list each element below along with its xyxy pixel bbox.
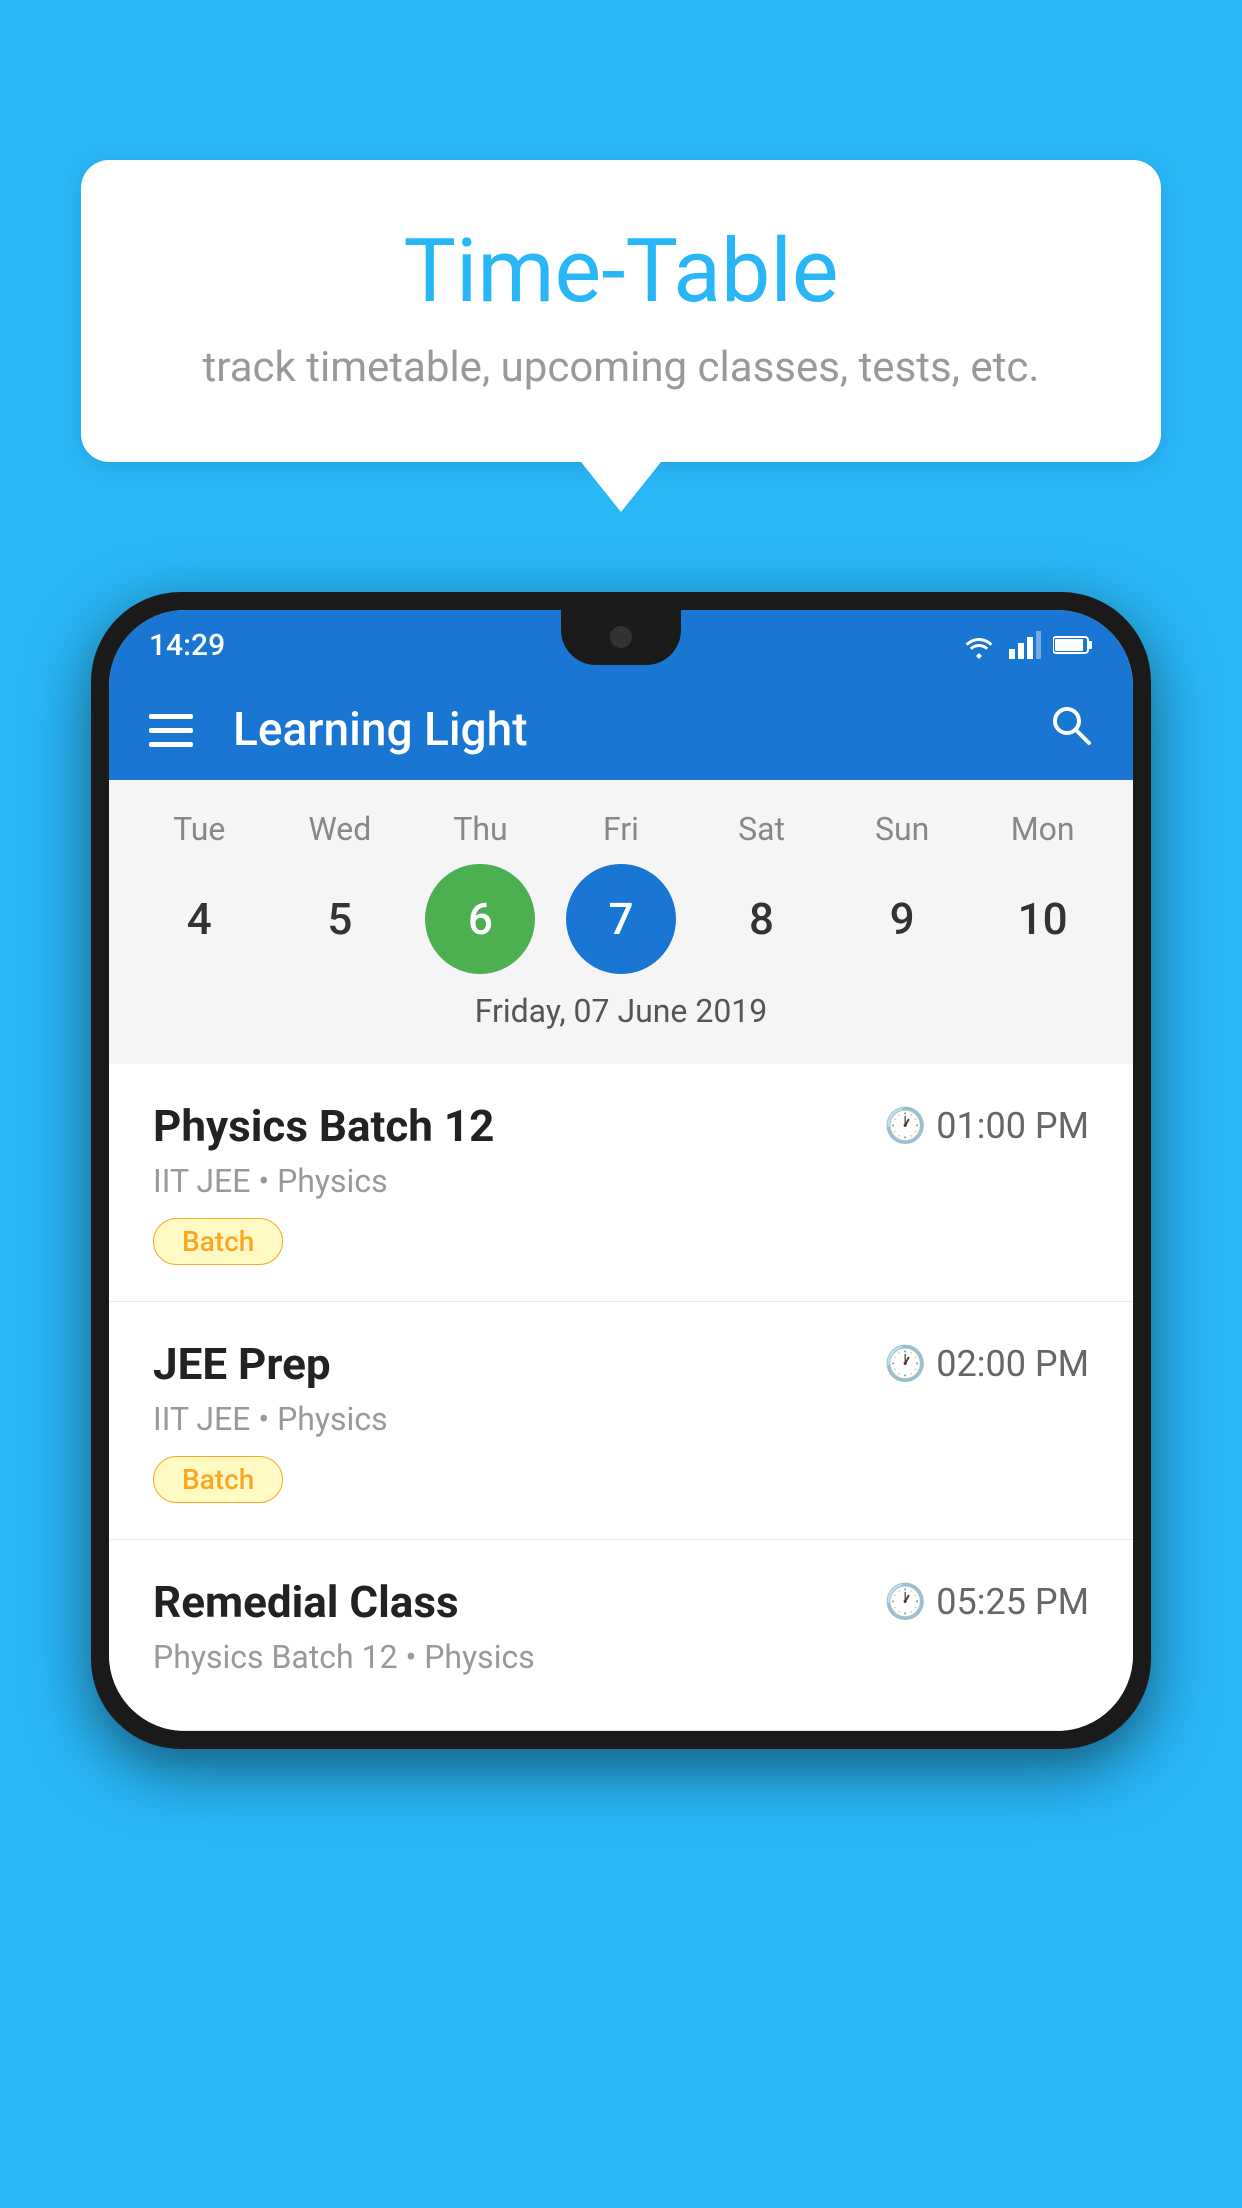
class-time-2: 🕐 02:00 PM <box>884 1343 1089 1385</box>
class-item-physics-batch-12[interactable]: Physics Batch 12 🕐 01:00 PM IIT JEE • Ph… <box>109 1064 1133 1302</box>
signal-icon <box>1009 631 1041 659</box>
selected-date-label: Friday, 07 June 2019 <box>109 974 1133 1054</box>
calendar-strip: Tue Wed Thu Fri Sat Sun Mon 4 5 6 7 8 9 … <box>109 780 1133 1064</box>
batch-badge-2: Batch <box>153 1456 283 1503</box>
battery-icon <box>1053 634 1093 656</box>
class-row-top-1: Physics Batch 12 🕐 01:00 PM <box>153 1100 1089 1152</box>
day-9[interactable]: 9 <box>847 864 957 974</box>
phone-mockup: 14:29 <box>91 592 1151 1749</box>
day-header-sun: Sun <box>847 810 957 848</box>
class-time-1: 🕐 01:00 PM <box>884 1105 1089 1147</box>
class-time-value-2: 02:00 PM <box>936 1343 1089 1385</box>
class-name-3: Remedial Class <box>153 1576 459 1628</box>
phone-screen: 14:29 <box>109 610 1133 1731</box>
day-4[interactable]: 4 <box>144 864 254 974</box>
speech-bubble: Time-Table track timetable, upcoming cla… <box>81 160 1161 462</box>
class-name-2: JEE Prep <box>153 1338 331 1390</box>
class-row-top-3: Remedial Class 🕐 05:25 PM <box>153 1576 1089 1628</box>
speech-bubble-subtitle: track timetable, upcoming classes, tests… <box>161 343 1081 392</box>
class-name-1: Physics Batch 12 <box>153 1100 494 1152</box>
day-header-fri: Fri <box>566 810 676 848</box>
status-time: 14:29 <box>149 628 225 663</box>
wifi-icon <box>961 631 997 659</box>
clock-icon-2: 🕐 <box>884 1344 926 1384</box>
speech-bubble-title: Time-Table <box>161 220 1081 323</box>
class-meta-3: Physics Batch 12 • Physics <box>153 1638 1089 1676</box>
day-7-selected[interactable]: 7 <box>566 864 676 974</box>
day-header-mon: Mon <box>988 810 1098 848</box>
day-header-wed: Wed <box>285 810 395 848</box>
class-item-jee-prep[interactable]: JEE Prep 🕐 02:00 PM IIT JEE • Physics Ba… <box>109 1302 1133 1540</box>
day-6-today[interactable]: 6 <box>425 864 535 974</box>
app-bar: Learning Light <box>109 680 1133 780</box>
batch-badge-1: Batch <box>153 1218 283 1265</box>
day-header-thu: Thu <box>425 810 535 848</box>
day-8[interactable]: 8 <box>707 864 817 974</box>
day-headers: Tue Wed Thu Fri Sat Sun Mon <box>109 810 1133 848</box>
class-time-value-3: 05:25 PM <box>936 1581 1089 1623</box>
speech-bubble-arrow <box>581 462 661 512</box>
day-header-tue: Tue <box>144 810 254 848</box>
class-meta-1: IIT JEE • Physics <box>153 1162 1089 1200</box>
day-5[interactable]: 5 <box>285 864 395 974</box>
day-numbers: 4 5 6 7 8 9 10 <box>109 864 1133 974</box>
menu-button[interactable] <box>149 714 193 747</box>
class-time-3: 🕐 05:25 PM <box>884 1581 1089 1623</box>
phone-frame: 14:29 <box>91 592 1151 1749</box>
notch <box>561 610 681 665</box>
class-item-remedial[interactable]: Remedial Class 🕐 05:25 PM Physics Batch … <box>109 1540 1133 1731</box>
app-title: Learning Light <box>233 703 1047 757</box>
class-row-top-2: JEE Prep 🕐 02:00 PM <box>153 1338 1089 1390</box>
speech-bubble-container: Time-Table track timetable, upcoming cla… <box>81 160 1161 512</box>
status-icons <box>961 631 1093 659</box>
search-button[interactable] <box>1047 701 1093 759</box>
class-time-value-1: 01:00 PM <box>936 1105 1089 1147</box>
clock-icon-3: 🕐 <box>884 1582 926 1622</box>
clock-icon-1: 🕐 <box>884 1106 926 1146</box>
status-bar: 14:29 <box>109 610 1133 680</box>
class-meta-2: IIT JEE • Physics <box>153 1400 1089 1438</box>
day-10[interactable]: 10 <box>988 864 1098 974</box>
front-camera <box>610 626 632 648</box>
class-list: Physics Batch 12 🕐 01:00 PM IIT JEE • Ph… <box>109 1064 1133 1731</box>
day-header-sat: Sat <box>707 810 817 848</box>
